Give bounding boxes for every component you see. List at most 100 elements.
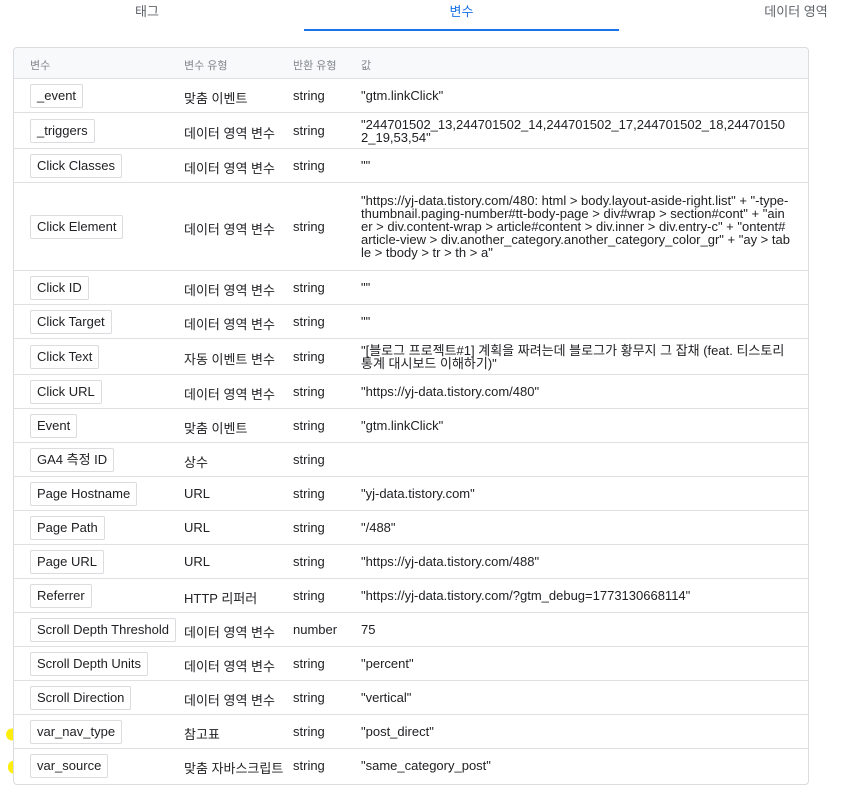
- table-row[interactable]: Scroll Depth Units 데이터 영역 변수 string "percen…: [14, 647, 808, 681]
- variable-type: 데이터 영역 변수: [184, 126, 275, 141]
- variable-type: 데이터 영역 변수: [184, 387, 275, 402]
- header-variable: 변수: [30, 60, 51, 72]
- header-return-type: 반환 유형: [293, 60, 337, 72]
- return-type: string: [293, 384, 325, 399]
- table-row[interactable]: Click Target 데이터 영역 변수 string "": [14, 305, 808, 339]
- table-row[interactable]: var_nav_type 참고표 string "post_direct": [14, 715, 808, 749]
- variable-type: 데이터 영역 변수: [184, 283, 275, 298]
- return-type: string: [293, 158, 325, 173]
- table-row[interactable]: Click Classes 데이터 영역 변수 string "": [14, 149, 808, 183]
- return-type: string: [293, 486, 325, 501]
- variable-type: HTTP 리퍼러: [184, 591, 258, 606]
- variable-value: "": [361, 280, 371, 295]
- variable-type: 맞춤 자바스크립트: [184, 761, 284, 776]
- variable-type: 데이터 영역 변수: [184, 693, 275, 708]
- variable-name-chip[interactable]: _triggers: [30, 119, 95, 143]
- variable-type: 데이터 영역 변수: [184, 659, 275, 674]
- variable-type: URL: [184, 520, 211, 535]
- return-type: string: [293, 88, 325, 103]
- variable-value: "same_category_post": [361, 758, 491, 773]
- variable-name-chip[interactable]: Scroll Direction: [30, 686, 132, 710]
- variable-type: 데이터 영역 변수: [184, 317, 275, 332]
- header-value: 값: [361, 60, 372, 72]
- table-row[interactable]: Referrer HTTP 리퍼러 string "https://yj-data.t…: [14, 579, 808, 613]
- table-row[interactable]: Scroll Direction 데이터 영역 변수 string "vertical…: [14, 681, 808, 715]
- variable-name-chip[interactable]: Referrer: [30, 584, 92, 608]
- variable-value: "gtm.linkClick": [361, 88, 444, 103]
- variable-value: 75: [361, 622, 376, 637]
- return-type: string: [293, 219, 325, 234]
- variable-type: 데이터 영역 변수: [184, 222, 275, 237]
- tab-data-layer[interactable]: 데이터 영역: [740, 0, 852, 29]
- variable-name-chip[interactable]: var_source: [30, 754, 109, 778]
- variable-name-chip[interactable]: Scroll Depth Units: [30, 652, 149, 676]
- variable-name-chip[interactable]: Event: [30, 414, 78, 438]
- variable-value: "https://yj-data.tistory.com/488": [361, 554, 540, 569]
- variable-type: 맞춤 이벤트: [184, 421, 248, 436]
- variables-table: 변수 변수 유형 반환 유형 값 _event 맞춤 이벤트 string "gtm.…: [13, 47, 809, 785]
- return-type: string: [293, 758, 325, 773]
- variable-name-chip[interactable]: Click Classes: [30, 154, 123, 178]
- return-type: string: [293, 554, 325, 569]
- table-row[interactable]: Page URL URL string "https://yj-data.tistor…: [14, 545, 808, 579]
- table-row[interactable]: Click URL 데이터 영역 변수 string "https://yj-data…: [14, 375, 808, 409]
- variable-value: "244701502_13,244701502_14,244701502_17,…: [361, 117, 785, 145]
- variable-name-chip[interactable]: Page Path: [30, 516, 105, 540]
- table-row[interactable]: Page Hostname URL string "yj-data.tistory.c…: [14, 477, 808, 511]
- variable-name-chip[interactable]: Click URL: [30, 380, 102, 404]
- table-row[interactable]: _triggers 데이터 영역 변수 string "244701502_13,24…: [14, 113, 808, 149]
- return-type: string: [293, 452, 325, 467]
- variable-name-chip[interactable]: GA4 측정 ID: [30, 448, 115, 472]
- variable-value: "/488": [361, 520, 396, 535]
- variable-type: 상수: [184, 455, 208, 470]
- variable-value: "https://yj-data.tistory.com/480": [361, 384, 540, 399]
- variable-value: "gtm.linkClick": [361, 418, 444, 433]
- variable-type: URL: [184, 486, 211, 501]
- variable-type: 데이터 영역 변수: [184, 625, 275, 640]
- variable-value: "https://yj-data.tistory.com/480: html >…: [361, 193, 790, 260]
- variable-type: 맞춤 이벤트: [184, 91, 248, 106]
- variable-type: 참고표: [184, 727, 220, 742]
- variable-name-chip[interactable]: Page Hostname: [30, 482, 138, 506]
- return-type: string: [293, 418, 325, 433]
- return-type: string: [293, 690, 325, 705]
- return-type: string: [293, 724, 325, 739]
- variable-name-chip[interactable]: _event: [30, 84, 84, 108]
- variable-value: "post_direct": [361, 724, 434, 739]
- variable-value: "": [361, 314, 371, 329]
- variable-name-chip[interactable]: Click Element: [30, 215, 124, 239]
- variable-name-chip[interactable]: Click Text: [30, 345, 100, 369]
- variable-value: "": [361, 158, 371, 173]
- variable-value: "vertical": [361, 690, 412, 705]
- table-row[interactable]: Click ID 데이터 영역 변수 string "": [14, 271, 808, 305]
- variable-name-chip[interactable]: Page URL: [30, 550, 104, 574]
- variable-type: 데이터 영역 변수: [184, 161, 275, 176]
- return-type: string: [293, 520, 325, 535]
- tab-variables[interactable]: 변수: [304, 0, 619, 29]
- variable-value: "percent": [361, 656, 414, 671]
- table-row[interactable]: var_source 맞춤 자바스크립트 string "same_category_…: [14, 749, 808, 782]
- variable-name-chip[interactable]: var_nav_type: [30, 720, 123, 744]
- tab-tags[interactable]: 태그: [100, 0, 194, 29]
- variable-name-chip[interactable]: Click Target: [30, 310, 112, 334]
- return-type: string: [293, 588, 325, 603]
- return-type: string: [293, 656, 325, 671]
- variable-value: "yj-data.tistory.com": [361, 486, 475, 501]
- variable-name-chip[interactable]: Scroll Depth Threshold: [30, 618, 176, 642]
- return-type: number: [293, 622, 338, 637]
- table-row[interactable]: GA4 측정 ID 상수 string: [14, 443, 808, 477]
- active-tab-indicator: [304, 29, 619, 31]
- table-row[interactable]: Page Path URL string "/488": [14, 511, 808, 545]
- variable-type: URL: [184, 554, 211, 569]
- table-row[interactable]: Event 맞춤 이벤트 string "gtm.linkClick": [14, 409, 808, 443]
- tab-bar: 태그 변수 데이터 영역: [0, 0, 862, 31]
- table-row[interactable]: Click Text 자동 이벤트 변수 string "[블로그 프로젝트#1] 계…: [14, 339, 808, 375]
- table-row[interactable]: Click Element 데이터 영역 변수 string "https://yj-…: [14, 183, 808, 271]
- variable-name-chip[interactable]: Click ID: [30, 276, 89, 300]
- table-row[interactable]: Scroll Depth Threshold 데이터 영역 변수 number 75: [14, 613, 808, 647]
- return-type: string: [293, 123, 325, 138]
- header-variable-type: 변수 유형: [184, 60, 228, 72]
- variable-value: "[블로그 프로젝트#1] 계획을 짜려는데 블로그가 황무지 그 잡채 (fe…: [361, 343, 785, 371]
- variable-type: 자동 이벤트 변수: [184, 352, 275, 367]
- table-row[interactable]: _event 맞춤 이벤트 string "gtm.linkClick": [14, 79, 808, 113]
